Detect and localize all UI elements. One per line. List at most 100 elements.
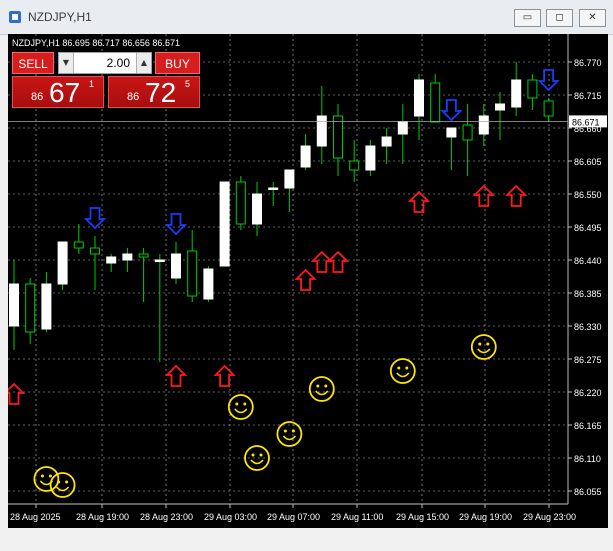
candle-body bbox=[349, 160, 360, 171]
candle-body bbox=[154, 259, 165, 262]
smiley-icon bbox=[49, 472, 76, 498]
time-axis-label: 29 Aug 15:00 bbox=[396, 512, 449, 522]
sell-price-fraction: 1 bbox=[89, 79, 95, 89]
smiley-mouth bbox=[282, 435, 297, 441]
close-button[interactable]: ✕ bbox=[579, 9, 606, 27]
candle-body bbox=[333, 115, 343, 159]
smiley-mouth bbox=[477, 348, 491, 354]
price-axis-label: 86.110 bbox=[574, 454, 601, 464]
candle-body bbox=[9, 283, 19, 327]
price-axis-label: 86.495 bbox=[574, 223, 602, 233]
buy-price-prefix: 86 bbox=[127, 91, 140, 103]
price-chart[interactable]: 86.770 86.715 86.660 86.605 86.550 86.495 86.4… bbox=[8, 34, 608, 528]
buy-signal-arrow-icon bbox=[505, 184, 528, 207]
candle-body bbox=[25, 283, 36, 333]
price-axis-label: 86.275 bbox=[574, 355, 602, 365]
time-axis-label: 29 Aug 03:00 bbox=[204, 512, 257, 522]
candle-body bbox=[187, 250, 198, 297]
candle-body bbox=[106, 256, 117, 264]
candle-body bbox=[446, 127, 457, 138]
candle-body bbox=[511, 79, 522, 108]
window-title: NZDJPY,H1 bbox=[28, 10, 92, 24]
price-axis-label: 86.605 bbox=[574, 157, 602, 167]
candle-body bbox=[268, 187, 279, 190]
smiley-icon bbox=[276, 421, 303, 447]
buy-signal-arrow-icon bbox=[472, 184, 495, 207]
smiley-mouth bbox=[315, 390, 329, 396]
candle-body bbox=[203, 268, 214, 300]
time-axis-label: 29 Aug 07:00 bbox=[267, 512, 320, 522]
smiley-eye bbox=[324, 384, 328, 388]
smiley-eye bbox=[397, 366, 401, 370]
window-titlebar: NZDJPY,H1 ▭ ◻ ✕ bbox=[0, 0, 613, 35]
candle-body bbox=[57, 241, 68, 285]
buy-price-fraction: 5 bbox=[185, 79, 191, 89]
candle-body bbox=[527, 79, 538, 99]
candle-body bbox=[316, 115, 327, 147]
lot-increase-button[interactable]: ▲ bbox=[136, 53, 151, 73]
smiley-eye bbox=[259, 453, 263, 457]
smiley-icon bbox=[470, 334, 497, 360]
candle-body bbox=[414, 79, 424, 117]
price-axis-label: 86.330 bbox=[574, 322, 602, 332]
buy-price-button[interactable]: 86 72 5 bbox=[108, 76, 200, 108]
buy-button[interactable]: BUY bbox=[155, 52, 200, 74]
candle-body bbox=[495, 103, 505, 111]
price-axis-label: 86.220 bbox=[574, 388, 602, 398]
smiley-icon bbox=[308, 376, 335, 402]
minimize-button[interactable]: ▭ bbox=[514, 9, 541, 27]
candle-body bbox=[73, 241, 84, 249]
candle-body bbox=[138, 253, 149, 258]
time-axis-label: 29 Aug 11:00 bbox=[331, 512, 383, 522]
smiley-eye bbox=[291, 429, 295, 433]
candle-body bbox=[430, 82, 441, 123]
price-axis-label: 86.440 bbox=[574, 256, 602, 266]
smiley-mouth bbox=[396, 372, 410, 378]
smiley-eye bbox=[316, 384, 320, 388]
lot-size-stepper[interactable]: ▼ ▲ bbox=[58, 52, 152, 74]
candle-body bbox=[122, 253, 133, 261]
buy-signal-arrow-icon bbox=[213, 364, 236, 387]
candle-body bbox=[397, 121, 408, 135]
price-axis-label: 86.550 bbox=[574, 190, 602, 200]
smiley-mouth bbox=[250, 459, 264, 465]
sell-price-pips: 67 bbox=[49, 77, 81, 108]
time-axis-label: 29 Aug 19:00 bbox=[459, 512, 512, 522]
restore-button[interactable]: ◻ bbox=[546, 9, 573, 27]
smiley-eye bbox=[48, 474, 52, 478]
candle-body bbox=[365, 145, 376, 171]
buy-signal-arrow-icon bbox=[164, 364, 188, 387]
sell-signal-arrow-icon bbox=[164, 213, 188, 236]
sell-signal-arrow-icon bbox=[440, 99, 463, 122]
smiley-icon bbox=[227, 394, 254, 420]
buy-signal-arrow-icon bbox=[310, 250, 333, 273]
price-axis-label: 86.770 bbox=[574, 58, 602, 68]
chart-canvas[interactable]: 86.77086.71586.66086.60586.55086.49586.4… bbox=[8, 34, 608, 528]
smiley-eye bbox=[486, 342, 490, 346]
smiley-mouth bbox=[234, 408, 248, 414]
candle-body bbox=[41, 283, 52, 330]
sell-price-prefix: 86 bbox=[31, 91, 44, 103]
time-axis-label: 28 Aug 19:00 bbox=[76, 512, 129, 522]
candle-body bbox=[381, 136, 392, 147]
candle-body bbox=[252, 193, 262, 225]
buy-signal-arrow-icon bbox=[407, 190, 431, 213]
smiley-eye bbox=[65, 480, 69, 484]
candle-body bbox=[219, 181, 230, 267]
candle-body bbox=[462, 124, 473, 141]
current-price-label: 86.671 bbox=[572, 117, 600, 127]
buy-price-pips: 72 bbox=[145, 77, 177, 108]
time-axis-label: 28 Aug 23:00 bbox=[140, 512, 193, 522]
price-axis-label: 86.055 bbox=[574, 487, 602, 497]
smiley-eye bbox=[283, 429, 287, 433]
candle-body bbox=[90, 247, 100, 255]
smiley-eye bbox=[478, 342, 482, 346]
sell-price-button[interactable]: 86 67 1 bbox=[12, 76, 104, 108]
lot-decrease-button[interactable]: ▼ bbox=[59, 53, 74, 73]
candle-body bbox=[171, 253, 181, 279]
one-click-trading-panel: SELL ▼ ▲ BUY 86 67 1 86 72 5 bbox=[12, 52, 200, 108]
candle-body bbox=[235, 181, 246, 225]
candle-body bbox=[300, 145, 311, 168]
lot-size-input[interactable] bbox=[75, 55, 130, 71]
sell-button[interactable]: SELL bbox=[12, 52, 54, 74]
